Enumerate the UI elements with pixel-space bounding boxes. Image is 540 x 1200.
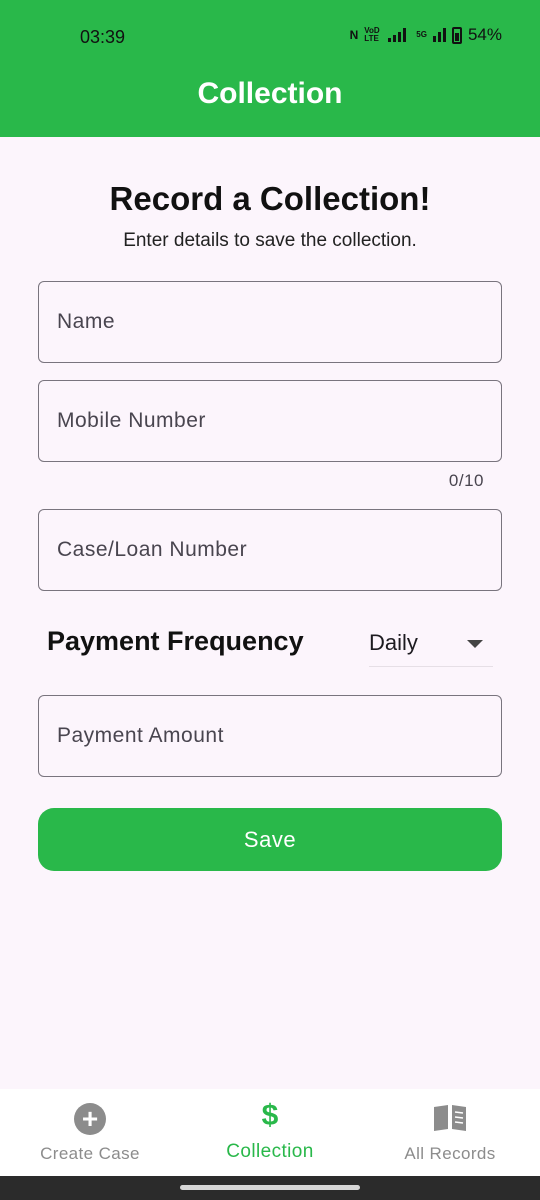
battery-percent: 54%	[467, 25, 502, 44]
form-heading: Record a Collection!	[109, 180, 431, 217]
nav-item-collection[interactable]: $ Collection	[180, 1089, 360, 1176]
volte-icon: VoD LTE	[364, 26, 380, 43]
mobile-number-field[interactable]: Mobile Number	[38, 380, 502, 462]
mobile-number-counter: 0/10	[448, 471, 484, 490]
dollar-icon: $	[261, 1099, 279, 1132]
mobile-number-placeholder: Mobile Number	[57, 409, 206, 432]
case-loan-number-field[interactable]: Case/Loan Number	[38, 509, 502, 591]
nav-item-all-records[interactable]: All Records	[360, 1089, 540, 1176]
page-title: Collection	[197, 77, 343, 110]
nfc-icon: N	[349, 28, 359, 42]
add-circle-icon: +	[74, 1103, 106, 1135]
battery-icon	[451, 26, 462, 44]
gesture-bar	[0, 1176, 540, 1200]
form-subheading: Enter details to save the collection.	[123, 230, 417, 251]
5g-signal-icon: 5G	[416, 30, 427, 39]
save-button[interactable]: Save	[38, 808, 502, 871]
bottom-navigation: + Create Case $ Collection All Records	[0, 1089, 540, 1176]
app-bar: 03:39 N VoD LTE 5G 54% Collection	[0, 0, 540, 137]
nav-label-collection: Collection	[226, 1141, 314, 1162]
5g-bars-icon	[432, 28, 446, 42]
signal-icon	[388, 28, 407, 42]
home-gesture-handle[interactable]	[180, 1185, 360, 1190]
payment-frequency-label: Payment Frequency	[47, 626, 304, 656]
payment-frequency-dropdown[interactable]: Daily	[369, 620, 493, 667]
status-time: 03:39	[80, 27, 126, 47]
case-loan-number-placeholder: Case/Loan Number	[57, 538, 248, 561]
payment-frequency-value: Daily	[369, 630, 418, 655]
nav-label-all-records: All Records	[404, 1144, 496, 1163]
payment-amount-placeholder: Payment Amount	[57, 724, 224, 747]
nav-item-create-case[interactable]: + Create Case	[0, 1089, 180, 1176]
dropdown-arrow-icon	[467, 640, 483, 648]
book-icon	[434, 1105, 466, 1131]
status-icons: N VoD LTE 5G 54%	[350, 25, 502, 45]
name-field[interactable]: Name	[38, 281, 502, 363]
status-bar: 03:39 N VoD LTE 5G 54%	[0, 0, 540, 72]
nav-label-create-case: Create Case	[40, 1144, 140, 1163]
payment-amount-field[interactable]: Payment Amount	[38, 695, 502, 777]
name-placeholder: Name	[57, 310, 116, 333]
